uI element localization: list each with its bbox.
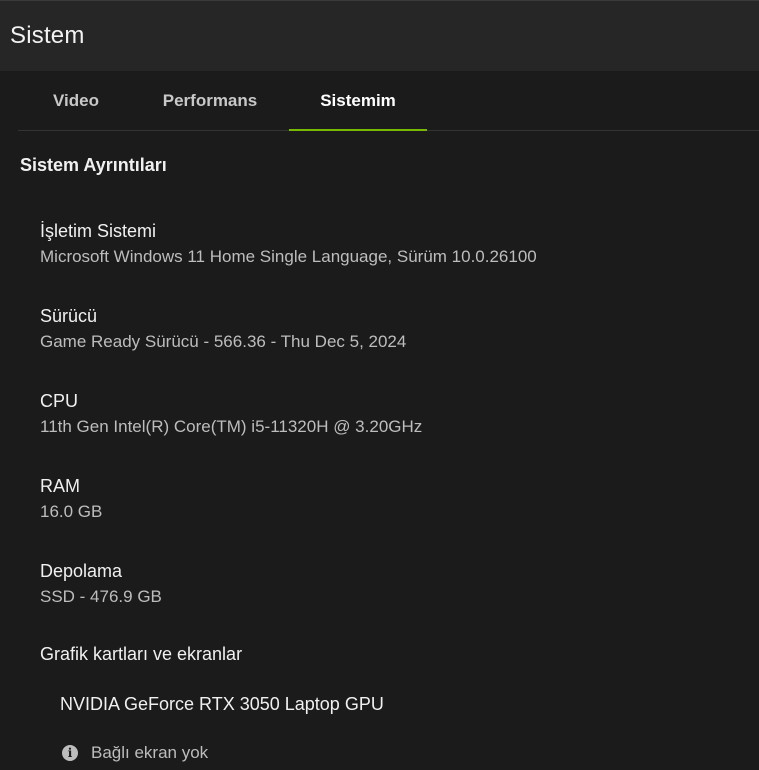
detail-label: RAM — [40, 476, 80, 496]
tab-my-system[interactable]: Sistemim — [289, 71, 427, 131]
notice-text: Bağlı ekran yok — [91, 743, 209, 762]
detail-value: Game Ready Sürücü - 566.36 - Thu Dec 5, … — [40, 332, 407, 351]
detail-label: İşletim Sistemi — [40, 221, 157, 241]
detail-label: CPU — [40, 391, 79, 411]
title-bar: Sistem — [0, 0, 759, 71]
detail-label: Depolama — [40, 561, 123, 581]
tab-bar: Video Performans Sistemim — [18, 71, 759, 131]
detail-ram: RAM 16.0 GB — [40, 474, 102, 523]
tab-performance[interactable]: Performans — [150, 71, 270, 130]
detail-label: Sürücü — [40, 306, 98, 326]
graphics-heading: Grafik kartları ve ekranlar — [40, 644, 243, 664]
tab-video[interactable]: Video — [36, 71, 116, 130]
detail-value: 16.0 GB — [40, 502, 103, 521]
detail-os: İşletim Sistemi Microsoft Windows 11 Hom… — [40, 219, 537, 268]
gpu-name: NVIDIA GeForce RTX 3050 Laptop GPU — [60, 694, 384, 714]
detail-value: Microsoft Windows 11 Home Single Languag… — [40, 247, 537, 266]
detail-storage: Depolama SSD - 476.9 GB — [40, 559, 162, 608]
no-display-notice: i Bağlı ekran yok — [60, 742, 208, 764]
detail-cpu: CPU 11th Gen Intel(R) Core(TM) i5-11320H… — [40, 389, 422, 438]
detail-driver: Sürücü Game Ready Sürücü - 566.36 - Thu … — [40, 304, 406, 353]
detail-value: 11th Gen Intel(R) Core(TM) i5-11320H @ 3… — [40, 417, 423, 436]
section-title-system-details: Sistem Ayrıntıları — [20, 155, 167, 175]
detail-value: SSD - 476.9 GB — [40, 587, 162, 606]
info-icon: i — [62, 745, 78, 761]
page-title: Sistem — [10, 22, 85, 49]
